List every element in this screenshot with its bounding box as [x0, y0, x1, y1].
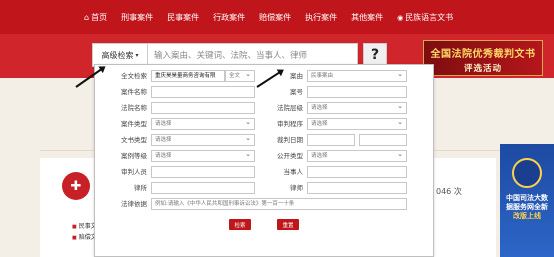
judge-date-label: 裁判日期 — [277, 136, 303, 144]
case-no-input[interactable] — [307, 86, 407, 98]
cause-select[interactable]: 民事案由 — [307, 70, 407, 82]
nav-home-label: 首页 — [91, 13, 108, 22]
banner-title: 全国法院优秀裁判文书 — [430, 49, 536, 60]
visit-count: 046 次 — [436, 187, 462, 196]
nav-criminal[interactable]: 刑事案件 — [121, 12, 153, 23]
court-emblem-icon — [512, 158, 542, 188]
procedure-select[interactable]: 请选择 — [307, 118, 407, 130]
party-input[interactable] — [307, 166, 407, 178]
firm-input[interactable] — [151, 182, 255, 194]
procedure-label: 审判程序 — [277, 120, 303, 128]
law-basis-label: 法律依据 — [121, 200, 147, 208]
fulltext-label: 全文检索 — [121, 72, 147, 80]
doc-type-label: 文书类型 — [121, 136, 147, 144]
doc-type-select[interactable]: 请选择 — [151, 134, 255, 146]
document-icon: ✚ — [62, 172, 90, 200]
party-label: 当事人 — [283, 168, 304, 176]
fulltext-input[interactable]: 重庆昊昊量商务咨询有限 — [151, 70, 225, 82]
nav-enforcement[interactable]: 执行案件 — [305, 12, 337, 23]
court-level-label: 法院层级 — [277, 104, 303, 112]
judge-input[interactable] — [151, 166, 255, 178]
publish-type-label: 公开类型 — [277, 152, 303, 160]
judge-date-end[interactable] — [359, 134, 407, 146]
judge-label: 审判人员 — [121, 168, 147, 176]
case-no-label: 案号 — [290, 88, 303, 96]
nav-compensation[interactable]: 赔偿案件 — [259, 12, 291, 23]
advanced-search-panel: 全文检索 重庆昊昊量商务咨询有限 全文 案由 民事案由 案件名称 案号 法院名称… — [94, 64, 434, 257]
search-type-label: 高级检索 — [101, 50, 134, 60]
case-level-select[interactable]: 请选择 — [151, 150, 255, 162]
case-name-label: 案件名称 — [121, 88, 147, 96]
search-button[interactable]: 检索 — [229, 219, 251, 230]
publish-type-select[interactable]: 请选择 — [307, 150, 407, 162]
chevron-down-icon: ▾ — [135, 51, 139, 59]
promo-line-2: 据服务网全新 — [506, 203, 548, 211]
nav-ethnic-language-label: 民族语言文书 — [405, 13, 454, 22]
case-level-label: 案例等级 — [121, 152, 147, 160]
case-type-select[interactable]: 请选择 — [151, 118, 255, 130]
case-name-input[interactable] — [151, 86, 255, 98]
fulltext-scope-select[interactable]: 全文 — [225, 70, 255, 82]
firm-label: 律所 — [134, 184, 147, 192]
nav-ethnic-language[interactable]: ◉ 民族语言文书 — [397, 12, 453, 23]
reset-button[interactable]: 重置 — [277, 219, 299, 230]
court-name-input[interactable] — [151, 102, 255, 114]
lawyer-label: 律师 — [290, 184, 303, 192]
case-type-label: 案件类型 — [121, 120, 147, 128]
big-data-promo[interactable]: 中国司法大数 据服务网全新 改版上线 — [500, 144, 554, 257]
excellent-judgment-banner[interactable]: 全国法院优秀裁判文书 评选活动 — [423, 40, 543, 76]
court-name-label: 法院名称 — [121, 104, 147, 112]
banner-subtitle: 评选活动 — [463, 64, 502, 74]
promo-line-1: 中国司法大数 — [506, 194, 548, 202]
nav-civil[interactable]: 民事案件 — [167, 12, 199, 23]
court-level-select[interactable]: 请选择 — [307, 102, 407, 114]
globe-icon: ◉ — [397, 13, 404, 22]
promo-line-3: 改版上线 — [513, 212, 541, 220]
law-basis-input[interactable]: 例如:请输入《中华人民共和国刑事诉讼法》第一百一十条 — [151, 198, 407, 210]
lawyer-input[interactable] — [307, 182, 407, 194]
nav-other[interactable]: 其他案件 — [351, 12, 383, 23]
home-icon: ⌂ — [84, 13, 90, 22]
nav-administrative[interactable]: 行政案件 — [213, 12, 245, 23]
judge-date-start[interactable] — [307, 134, 355, 146]
main-nav: ⌂ 首页 刑事案件 民事案件 行政案件 赔偿案件 执行案件 其他案件 ◉ 民族语… — [84, 12, 467, 23]
nav-home[interactable]: ⌂ 首页 — [84, 12, 107, 23]
